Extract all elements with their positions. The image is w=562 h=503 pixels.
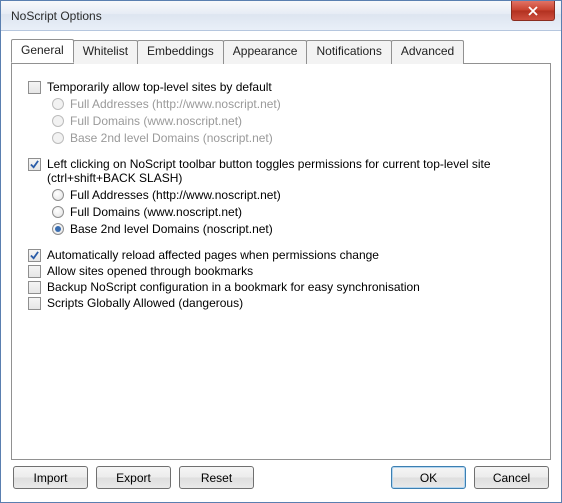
tab-appearance[interactable]: Appearance [223, 40, 308, 64]
tab-embeddings[interactable]: Embeddings [137, 40, 224, 64]
button-label: Export [116, 471, 151, 485]
tab-label: Whitelist [83, 44, 128, 58]
close-button[interactable] [511, 1, 555, 21]
button-label: OK [420, 471, 437, 485]
tabstrip: General Whitelist Embeddings Appearance … [11, 39, 551, 63]
export-button[interactable]: Export [96, 466, 171, 489]
tab-label: General [21, 43, 64, 57]
tab-label: Appearance [233, 44, 298, 58]
tab-notifications[interactable]: Notifications [306, 40, 391, 64]
content-area: General Whitelist Embeddings Appearance … [1, 31, 561, 499]
checkbox-label: Scripts Globally Allowed (dangerous) [47, 296, 243, 310]
tab-label: Notifications [316, 44, 381, 58]
reset-button[interactable]: Reset [179, 466, 254, 489]
radio-label: Full Domains (www.noscript.net) [70, 114, 242, 128]
radio-temp-full-addresses [52, 98, 64, 110]
checkbox-auto-reload[interactable] [28, 249, 41, 262]
tab-panel-general: Temporarily allow top-level sites by def… [11, 63, 551, 460]
radio-label: Base 2nd level Domains (noscript.net) [70, 222, 273, 236]
checkbox-backup-bookmark[interactable] [28, 281, 41, 294]
checkbox-label: Backup NoScript configuration in a bookm… [47, 280, 420, 294]
titlebar: NoScript Options [1, 1, 561, 31]
checkbox-allow-bookmarks[interactable] [28, 265, 41, 278]
spacer [262, 466, 383, 489]
button-label: Cancel [493, 471, 530, 485]
radio-click-full-addresses[interactable] [52, 189, 64, 201]
checkbox-label: Automatically reload affected pages when… [47, 248, 379, 262]
group-extras: Automatically reload affected pages when… [28, 248, 534, 310]
tab-label: Advanced [401, 44, 454, 58]
window-title: NoScript Options [11, 9, 102, 23]
tab-whitelist[interactable]: Whitelist [73, 40, 138, 64]
button-bar: Import Export Reset OK Cancel [11, 460, 551, 489]
checkbox-left-click[interactable] [28, 158, 41, 171]
radio-temp-base-domains [52, 132, 64, 144]
cancel-button[interactable]: Cancel [474, 466, 549, 489]
tab-label: Embeddings [147, 44, 214, 58]
group-temp-allow: Temporarily allow top-level sites by def… [28, 80, 534, 145]
group-left-click: Left clicking on NoScript toolbar button… [28, 157, 534, 236]
radio-label: Full Addresses (http://www.noscript.net) [70, 188, 281, 202]
button-label: Import [33, 471, 67, 485]
checkbox-left-click-label: Left clicking on NoScript toolbar button… [47, 157, 534, 185]
radio-click-full-domains[interactable] [52, 206, 64, 218]
close-icon [528, 6, 538, 16]
tab-advanced[interactable]: Advanced [391, 40, 464, 64]
checkbox-temp-allow[interactable] [28, 81, 41, 94]
import-button[interactable]: Import [13, 466, 88, 489]
checkbox-temp-allow-label: Temporarily allow top-level sites by def… [47, 80, 272, 94]
tab-general[interactable]: General [11, 39, 74, 63]
radio-temp-full-domains [52, 115, 64, 127]
ok-button[interactable]: OK [391, 466, 466, 489]
radio-label: Base 2nd level Domains (noscript.net) [70, 131, 273, 145]
checkbox-label: Allow sites opened through bookmarks [47, 264, 253, 278]
button-label: Reset [201, 471, 232, 485]
checkbox-scripts-global[interactable] [28, 297, 41, 310]
radio-label: Full Domains (www.noscript.net) [70, 205, 242, 219]
radio-label: Full Addresses (http://www.noscript.net) [70, 97, 281, 111]
radio-click-base-domains[interactable] [52, 223, 64, 235]
